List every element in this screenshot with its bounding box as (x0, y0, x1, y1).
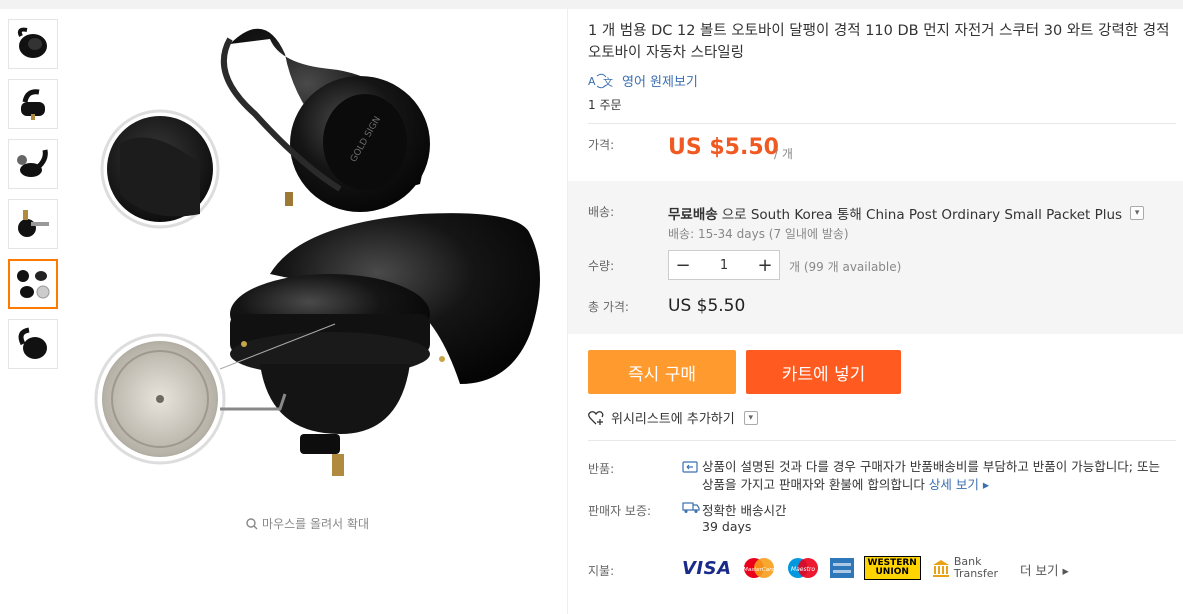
divider (588, 440, 1176, 441)
view-original-label: 영어 원제보기 (622, 75, 698, 90)
increase-quantity-button[interactable]: + (751, 251, 779, 279)
total-label: 총 가격: (588, 300, 629, 314)
price-label: 가격: (588, 138, 615, 152)
bank-transfer-logo: Bank Transfer (931, 556, 998, 580)
quantity-label: 수량: (588, 259, 615, 273)
heart-plus-icon (588, 410, 604, 425)
svg-text:A: A (588, 75, 596, 88)
view-original-link[interactable]: A文 영어 원제보기 (588, 71, 698, 90)
thumbnail-4[interactable] (8, 199, 58, 249)
wishlist-label: 위시리스트에 추가하기 (611, 412, 735, 427)
add-to-cart-button[interactable]: 카트에 넣기 (746, 350, 901, 394)
return-policy-icon (682, 461, 698, 473)
price-unit: / 개 (774, 147, 793, 161)
guarantee-days: 39 days (702, 519, 752, 534)
search-icon (246, 517, 258, 529)
zoom-hint-text: 마우스를 올려서 확대 (262, 517, 369, 531)
payment-methods: VISA MasterCard Maestro WESTERN UNION Ba… (682, 556, 998, 580)
maestro-text: Maestro (790, 566, 814, 573)
svg-text:文: 文 (603, 76, 613, 89)
horn-thumbnail-icon (17, 270, 50, 299)
more-payment-label: 더 보기 (1020, 563, 1059, 578)
guarantee-title: 정확한 배송시간 (702, 503, 787, 518)
bank-transfer-line2: Transfer (953, 567, 999, 580)
amex-logo (829, 558, 854, 578)
return-details-link[interactable]: 상세 보기 ▸ (929, 477, 989, 492)
shipping-label: 배송: (588, 205, 615, 219)
divider (588, 123, 1176, 124)
shipping-method[interactable]: 무료배송 으로 South Korea 통해 China Post Ordina… (668, 203, 1145, 223)
free-shipping-text: 무료배송 (668, 207, 718, 223)
thumbnail-5[interactable] (8, 259, 58, 309)
payment-label: 지불: (588, 564, 615, 578)
horn-thumbnail-icon (18, 327, 47, 359)
western-union-line2: UNION (875, 567, 909, 577)
quantity-available: 개 (99 개 available) (789, 260, 902, 274)
mastercard-text: MasterCard (743, 567, 775, 573)
delivery-truck-icon (682, 502, 700, 513)
return-details-label: 상세 보기 (928, 477, 979, 492)
shipping-eta: 배송: 15-34 days (7 일내에 발송) (668, 227, 849, 241)
translate-icon: A文 (588, 73, 613, 89)
guarantee-label: 판매자 보증: (588, 504, 652, 518)
order-count: 1 주문 (588, 98, 622, 112)
product-title: 1 개 범용 DC 12 볼트 오토바이 달팽이 경적 110 DB 먼지 자전… (588, 23, 1170, 61)
top-bar (0, 0, 1183, 9)
maestro-logo: Maestro (787, 558, 818, 578)
thumbnail-list (8, 19, 58, 379)
main-product-image[interactable]: GOLD SIGN (80, 14, 560, 494)
returns-label: 반품: (588, 462, 615, 476)
buy-now-button[interactable]: 즉시 구매 (588, 350, 736, 394)
shipping-route-text: 으로 South Korea 통해 China Post Ordinary Sm… (721, 207, 1123, 223)
thumbnail-3[interactable] (8, 139, 58, 189)
horn-thumbnail-icon (17, 27, 47, 58)
visa-logo: VISA (682, 557, 732, 579)
bank-icon (932, 560, 949, 577)
mastercard-logo: MasterCard (743, 558, 775, 578)
quantity-input[interactable]: 1 (720, 258, 728, 273)
chevron-down-icon[interactable]: ▾ (743, 410, 758, 425)
more-payment-link[interactable]: 더 보기 ▸ (1020, 560, 1069, 579)
horn-thumbnail-icon (17, 149, 48, 177)
horn-thumbnail-icon (18, 210, 49, 237)
upper-horn: GOLD SIGN (220, 28, 430, 212)
price-value: US $5.50 (668, 135, 779, 160)
total-price: US $5.50 (668, 296, 746, 316)
thumbnail-6[interactable] (8, 319, 58, 369)
thumbnail-2[interactable] (8, 79, 58, 129)
return-policy: 상품이 설명된 것과 다를 경우 구매자가 반품배송비를 부담하고 반품이 가능… (702, 458, 1172, 494)
add-to-wishlist[interactable]: 위시리스트에 추가하기 ▾ (588, 408, 758, 427)
horn-thumbnail-icon (21, 89, 45, 120)
western-union-logo: WESTERN UNION (863, 556, 921, 580)
magnifier-top (100, 109, 220, 229)
decrease-quantity-button[interactable]: − (669, 251, 697, 279)
lower-horn (230, 213, 540, 476)
quantity-stepper: − 1 + (668, 250, 780, 280)
zoom-hint: 마우스를 올려서 확대 (246, 515, 369, 532)
chevron-down-icon[interactable]: ▾ (1130, 206, 1145, 220)
thumbnail-1[interactable] (8, 19, 58, 69)
